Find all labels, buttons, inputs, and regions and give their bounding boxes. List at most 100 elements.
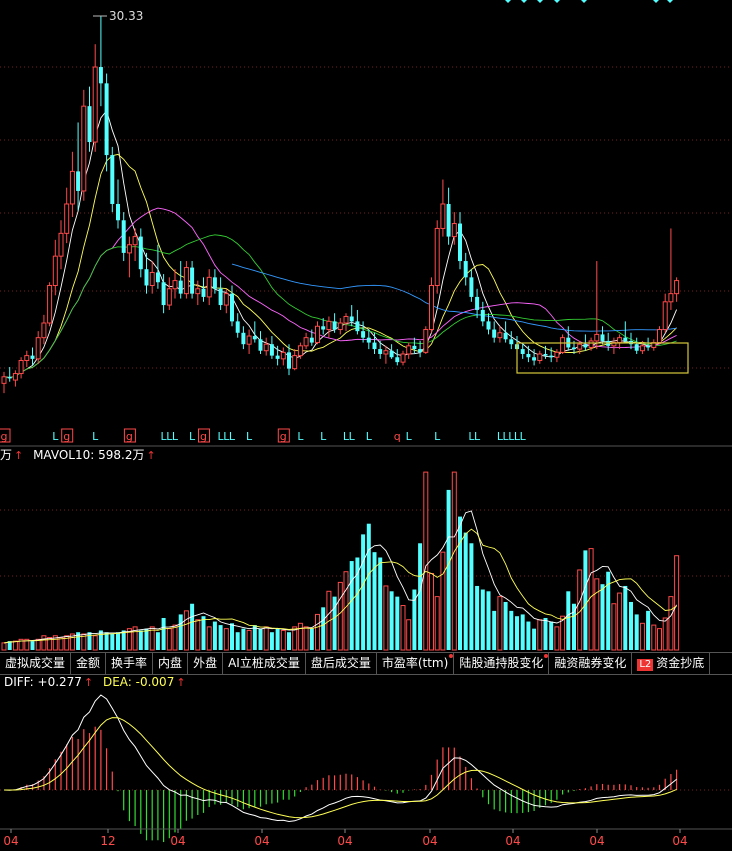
candle-body <box>623 337 628 341</box>
candle-body <box>361 331 366 338</box>
tab-1[interactable]: 金额 <box>71 653 107 674</box>
candle-body <box>469 277 474 297</box>
volume-bar <box>440 551 446 651</box>
candle <box>178 261 183 299</box>
tab-10[interactable]: L2 资金抄底 <box>632 653 711 674</box>
candle <box>81 89 87 201</box>
top-marker-icon <box>667 0 673 3</box>
top-marker-icon <box>581 0 587 3</box>
volume-bar <box>58 637 64 651</box>
volume-bar <box>321 607 326 650</box>
volume-bar <box>252 625 257 650</box>
candle-body <box>223 293 229 306</box>
candle-body <box>87 106 92 143</box>
candle-body <box>423 329 429 353</box>
candle <box>18 357 24 379</box>
volume-bar <box>668 596 674 651</box>
volume-bar <box>183 610 189 651</box>
candle-body <box>349 316 354 322</box>
candle-body <box>383 350 389 355</box>
volume-bar <box>400 605 406 651</box>
candle-body <box>252 336 257 340</box>
candle <box>429 277 434 333</box>
candle-body <box>588 340 594 348</box>
volume-bar <box>662 617 668 651</box>
tab-9[interactable]: 融资融券变化 <box>549 653 633 674</box>
candle-body <box>76 171 81 191</box>
volume-bar <box>190 603 195 650</box>
tab-label: 换手率 <box>111 656 148 670</box>
candlesticks[interactable] <box>1 16 680 394</box>
candle-body <box>577 343 583 350</box>
candle <box>35 331 41 364</box>
axis-label: 04 <box>3 834 18 848</box>
volume-bar <box>116 632 120 650</box>
candle-body <box>144 269 149 286</box>
up-arrow-icon: ↑ <box>83 676 94 689</box>
signal-l-icon: L <box>520 430 527 443</box>
candle <box>87 86 92 152</box>
candle <box>315 321 320 345</box>
candle <box>246 329 252 354</box>
volume-bar <box>309 628 314 650</box>
volume-bar <box>617 592 623 651</box>
time-axis: 04 12 04 04 04 04 04 04 04 <box>3 829 688 848</box>
candle-body <box>41 322 47 339</box>
volume-bar <box>554 626 560 651</box>
candle <box>58 220 64 270</box>
stock-chart[interactable]: 30.33 gLgLgLLLLgLLLLgLLLLLqLLLLLLLLL 04 1… <box>0 0 732 851</box>
candle-body <box>246 335 252 345</box>
up-arrow-icon: ↑ <box>146 449 156 462</box>
tab-2[interactable]: 换手率 <box>106 653 154 674</box>
candle <box>206 269 212 306</box>
candle-body <box>509 339 514 345</box>
candle-body <box>389 350 394 358</box>
volume-bar <box>212 621 217 650</box>
candle-body <box>269 344 274 356</box>
candle-body <box>355 321 360 332</box>
mavol10-label: MAVOL10: 598.2万 <box>33 448 145 462</box>
candle <box>469 269 474 302</box>
candle <box>132 228 138 262</box>
candle-body <box>451 223 457 238</box>
volume-bar <box>549 621 554 650</box>
volume-bar <box>287 632 291 650</box>
tab-7[interactable]: 市盈率(ttm) <box>377 653 455 674</box>
macd-lines <box>3 694 677 823</box>
tab-3[interactable]: 内盘 <box>153 653 189 674</box>
volume-bar <box>492 610 497 650</box>
candle-body <box>537 353 543 362</box>
candle-body <box>98 67 103 84</box>
volume-bar <box>12 640 18 651</box>
candle <box>201 277 206 302</box>
volume-bar <box>429 573 434 651</box>
candle <box>116 179 120 229</box>
candle <box>475 288 480 319</box>
volume-bar <box>195 619 201 651</box>
candle <box>674 277 680 302</box>
candle <box>12 370 18 387</box>
volume-bar <box>451 471 457 651</box>
candle-body <box>560 337 566 353</box>
tab-4[interactable]: 外盘 <box>188 653 224 674</box>
axis-label: 04 <box>672 834 687 848</box>
candle-body <box>646 345 651 348</box>
candle <box>126 236 132 278</box>
volume-bars[interactable] <box>1 471 680 651</box>
candle-body <box>315 325 320 344</box>
candle-body <box>440 203 446 229</box>
tab-8[interactable]: 陆股通持股变化 <box>454 653 550 674</box>
axis-label: 04 <box>422 834 437 848</box>
candle-body <box>69 170 75 205</box>
macd-legend: DIFF: +0.277 ↑ DEA: -0.007 ↑ <box>4 674 186 690</box>
volume-bar <box>509 610 514 650</box>
volume-grid <box>0 509 732 577</box>
volume-bar <box>297 622 303 651</box>
tab-5[interactable]: AI立桩成交量 <box>223 653 306 674</box>
volume-bar <box>246 629 252 651</box>
tab-0[interactable]: 虚拟成交量 <box>0 653 72 674</box>
candle-body <box>600 334 605 341</box>
volume-bar <box>30 641 35 650</box>
tab-6[interactable]: 盘后成交量 <box>306 653 377 674</box>
candle-body <box>463 261 468 278</box>
